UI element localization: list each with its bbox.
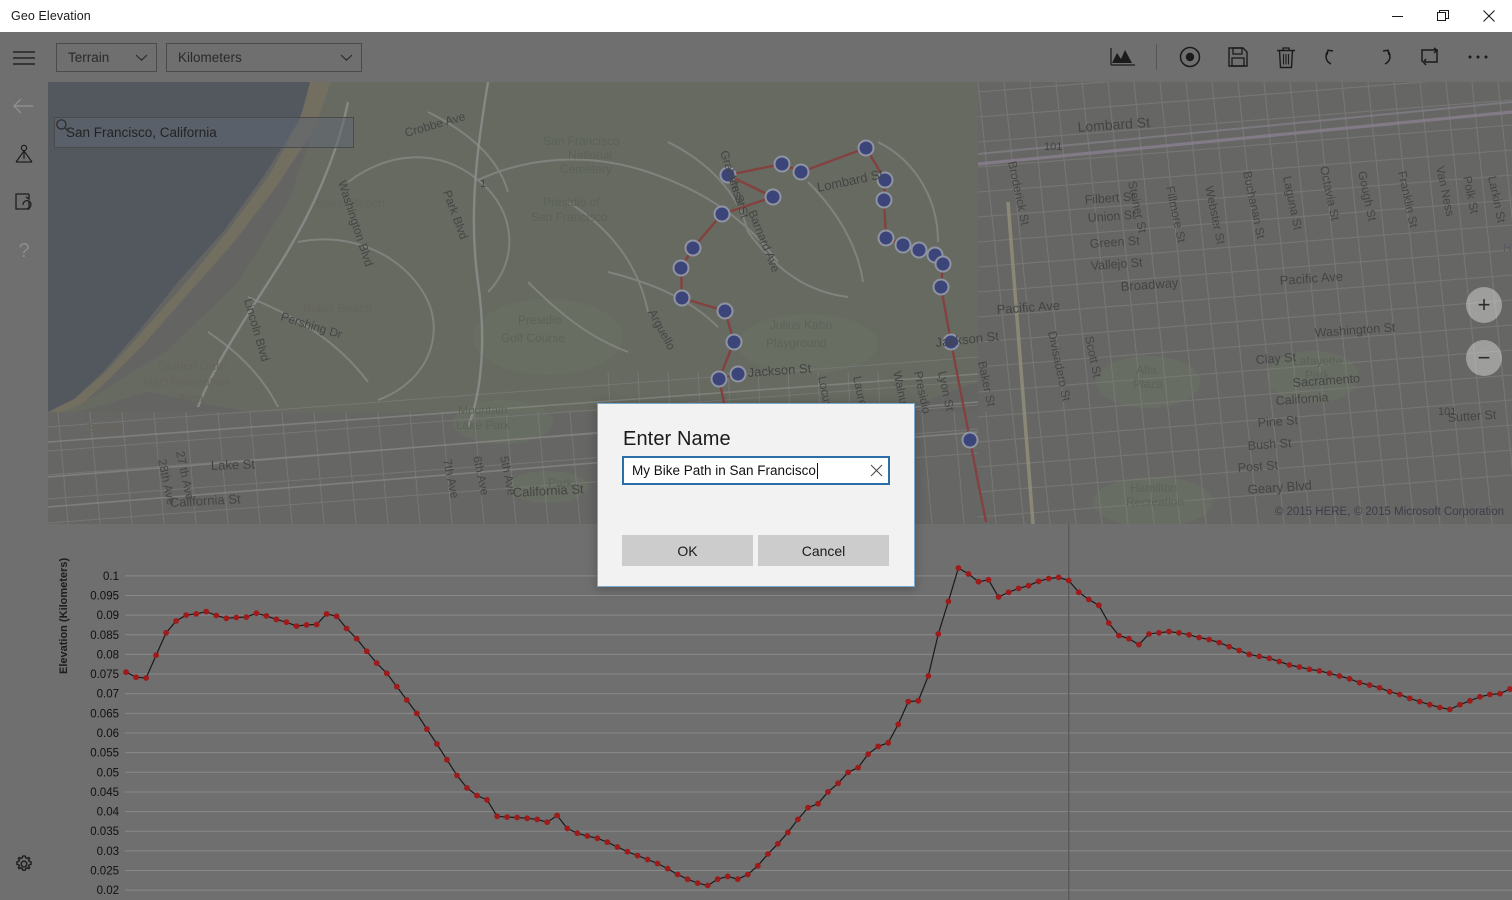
minimize-button[interactable]: [1374, 0, 1420, 32]
text-caret: [817, 463, 818, 479]
name-input-value: My Bike Path in San Francisco: [632, 463, 816, 478]
cancel-button[interactable]: Cancel: [758, 535, 889, 566]
close-button[interactable]: [1466, 0, 1512, 32]
map-attribution: © 2015 HERE, © 2015 Microsoft Corporatio…: [1275, 506, 1504, 518]
map-search-input[interactable]: San Francisco, California: [54, 117, 354, 148]
map-zoom-out-button[interactable]: −: [1466, 340, 1502, 376]
close-icon: [1483, 10, 1495, 22]
clear-input-button[interactable]: [870, 464, 883, 477]
name-input[interactable]: My Bike Path in San Francisco: [622, 456, 890, 485]
close-icon: [870, 464, 883, 477]
app-title: Geo Elevation: [0, 9, 91, 23]
minimize-icon: [1392, 11, 1403, 22]
dialog-heading: Enter Name: [598, 404, 914, 451]
restore-icon: [1437, 10, 1449, 22]
app-window: Geo Elevation: [0, 0, 1512, 900]
title-bar: Geo Elevation: [0, 0, 1512, 32]
restore-button[interactable]: [1420, 0, 1466, 32]
ok-button[interactable]: OK: [622, 535, 753, 566]
enter-name-dialog: Enter Name My Bike Path in San Francisco…: [597, 403, 915, 587]
app-shell: ? Terrain Kilometers: [0, 32, 1512, 900]
map-search-value: San Francisco, California: [66, 125, 217, 140]
window-controls: [1374, 0, 1512, 32]
map-zoom-in-button[interactable]: +: [1466, 287, 1502, 323]
dialog-buttons: OK Cancel: [622, 535, 889, 566]
